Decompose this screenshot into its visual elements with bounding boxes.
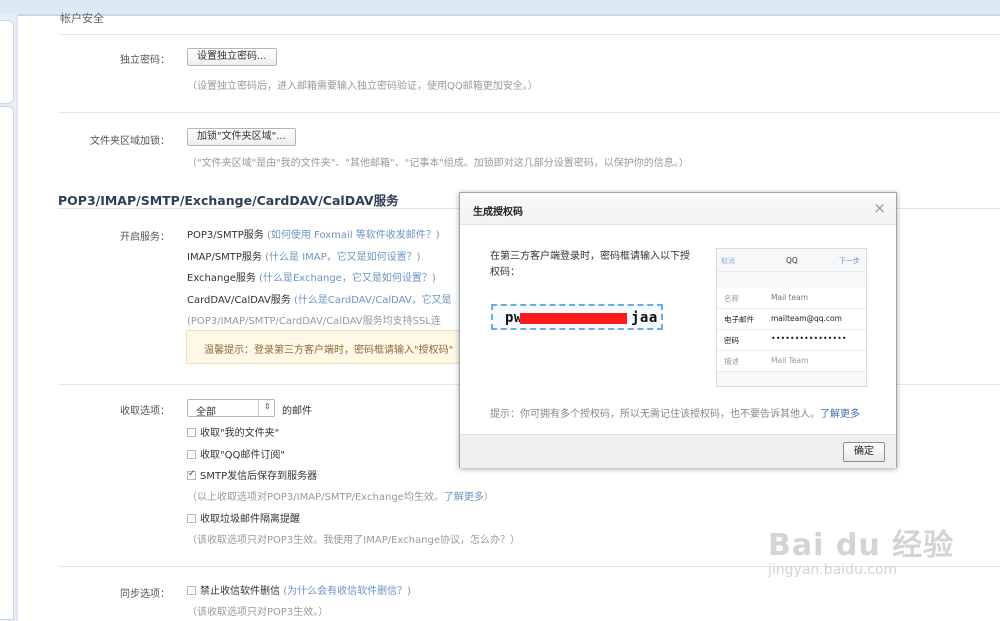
service-help-link[interactable]: (什么是 IMAP，它又是如何设置？) xyxy=(265,252,420,263)
service-name: POP3/SMTP服务 xyxy=(187,230,264,241)
phone-row-key: 密码 xyxy=(724,336,739,345)
close-icon[interactable]: × xyxy=(873,199,886,217)
checkbox-label: SMTP发信后保存到服务器 xyxy=(200,471,318,482)
folder-lock-label: 文件夹区域加锁： xyxy=(90,136,170,147)
left-panel-box xyxy=(0,106,14,620)
phone-row-key: 电子邮件 xyxy=(724,315,754,324)
redaction-mark xyxy=(520,313,627,324)
note-text: ） xyxy=(483,492,494,503)
hint-text: 提示：你可拥有多个授权码，所以无需记住该授权码，也不要告诉其他人。 xyxy=(490,409,820,420)
help-link[interactable]: (为什么会有收信软件删信？) xyxy=(283,586,411,597)
dialog-footer: 确定 xyxy=(460,434,896,468)
checkbox[interactable] xyxy=(187,514,196,523)
dialog-header: 生成授权码 × xyxy=(460,193,896,225)
checkbox-label: 收取垃圾邮件隔离提醒 xyxy=(200,514,300,525)
auth-code-box[interactable]: pw jaa xyxy=(491,304,663,330)
tip-text: 温馨提示：登录第三方客户端时，密码框请输入"授权码" xyxy=(204,345,454,356)
select-suffix: 的邮件 xyxy=(282,406,312,417)
option-spam-alert[interactable]: 收取垃圾邮件隔离提醒 xyxy=(187,510,300,525)
option-qq-subscription[interactable]: 收取"QQ邮件订阅" xyxy=(187,446,285,461)
phone-row-value: Mail team xyxy=(771,293,809,302)
learn-more-link[interactable]: 了解更多 xyxy=(444,492,484,503)
service-help-link[interactable]: (如何使用 Foxmail 等软件收发邮件？) xyxy=(267,230,440,241)
services-section-title: POP3/IMAP/SMTP/Exchange/CardDAV/CalDAV服务 xyxy=(58,193,399,208)
checkbox-label: 收取"我的文件夹" xyxy=(200,428,280,439)
phone-row: 密码 •••••••••••••••• xyxy=(717,330,866,351)
service-row-exchange: Exchange服务 (什么是Exchange，它又是如何设置？) xyxy=(187,269,436,284)
sync-options-label: 同步选项： xyxy=(120,589,170,600)
note-text: （以上收取选项对POP3/IMAP/SMTP/Exchange均生效。 xyxy=(187,492,444,503)
pop3-only-note: （该收取选项只对POP3生效。我使用了IMAP/Exchange协议，怎么办？） xyxy=(187,535,520,546)
phone-row-value: •••••••••••••••• xyxy=(771,334,847,343)
chevron-updown-icon: ⇕ xyxy=(264,402,271,411)
option-smtp-save[interactable]: SMTP发信后保存到服务器 xyxy=(187,467,317,482)
phone-row: 名称 Mail team xyxy=(717,288,866,309)
phone-row-key: 描述 xyxy=(724,357,739,366)
lock-folder-area-button[interactable]: 加锁"文件夹区域"... xyxy=(187,128,296,146)
checkbox[interactable] xyxy=(187,450,196,459)
divider xyxy=(58,112,1000,113)
watermark-brand: Bai du 经验 xyxy=(768,528,955,563)
service-row-pop3: POP3/SMTP服务 (如何使用 Foxmail 等软件收发邮件？) xyxy=(187,226,440,241)
ok-button[interactable]: 确定 xyxy=(843,442,885,462)
receive-options-note: （以上收取选项对POP3/IMAP/SMTP/Exchange均生效。了解更多） xyxy=(187,488,494,503)
service-name: Exchange服务 xyxy=(187,273,256,284)
option-block-delete[interactable]: 禁止收信软件删信 (为什么会有收信软件删信？) xyxy=(187,582,411,597)
phone-row-value: mailteam@qq.com xyxy=(771,314,842,323)
checkbox[interactable] xyxy=(187,428,196,437)
watermark-url: jingyan.baidu.com xyxy=(768,562,898,578)
phone-row: 电子邮件 mailteam@qq.com xyxy=(717,309,866,330)
service-name: IMAP/SMTP服务 xyxy=(187,252,262,263)
phone-title: QQ xyxy=(786,256,798,265)
service-help-link[interactable]: (什么是Exchange，它又是如何设置？) xyxy=(259,273,436,284)
set-independent-password-button[interactable]: 设置独立密码... xyxy=(187,48,277,66)
phone-row: 描述 Mail Team xyxy=(717,351,866,372)
receive-scope-select[interactable]: 全部 ⇕ xyxy=(187,399,275,418)
dialog-instruction: 在第三方客户端登录时，密码框请输入以下授权码： xyxy=(490,251,690,278)
checkbox[interactable] xyxy=(187,586,196,595)
dialog-title: 生成授权码 xyxy=(473,207,523,218)
checkbox-checked[interactable] xyxy=(187,469,196,480)
folder-lock-note: （"文件夹区域"是由"我的文件夹"、"其他邮箱"、"记事本"组成。加锁即对这几部… xyxy=(187,158,689,169)
phone-next: 下一步 xyxy=(839,257,860,265)
phone-row-value: Mail Team xyxy=(771,356,809,365)
divider xyxy=(58,34,1000,35)
service-help-link[interactable]: (什么是CardDAV/CalDAV，它又是 xyxy=(294,295,452,306)
select-value: 全部 xyxy=(196,407,216,418)
auth-code-end: jaa xyxy=(631,310,658,326)
section-heading-partial: 帐户安全 xyxy=(60,12,104,25)
service-row-imap: IMAP/SMTP服务 (什么是 IMAP，它又是如何设置？) xyxy=(187,248,421,263)
phone-nav-bar: 取消 QQ 下一步 xyxy=(717,249,866,272)
learn-more-link[interactable]: 了解更多 xyxy=(820,409,860,420)
select-divider xyxy=(258,400,259,416)
independent-password-note: （设置独立密码后，进入邮箱需要输入独立密码验证，使用QQ邮箱更加安全。） xyxy=(187,81,538,92)
dialog-hint: 提示：你可拥有多个授权码，所以无需记住该授权码，也不要告诉其他人。了解更多 xyxy=(490,405,860,420)
option-my-folders[interactable]: 收取"我的文件夹" xyxy=(187,424,279,439)
checkbox-label: 禁止收信软件删信 xyxy=(200,586,280,597)
sync-note: （该收取选项只对POP3生效。） xyxy=(187,607,329,618)
receive-options-label: 收取选项： xyxy=(120,406,170,417)
phone-row-key: 名称 xyxy=(724,294,739,303)
top-bar xyxy=(0,0,1000,14)
left-panel-box xyxy=(0,20,14,104)
independent-password-label: 独立密码： xyxy=(120,55,170,66)
service-row-carddav: CardDAV/CalDAV服务 (什么是CardDAV/CalDAV，它又是 xyxy=(187,291,452,306)
baidu-watermark: Bai du 经验 jingyan.baidu.com xyxy=(768,520,954,578)
ssl-note: (POP3/IMAP/SMTP/CardDAV/CalDAV服务均支持SSL连 xyxy=(187,316,441,327)
phone-preview: 取消 QQ 下一步 名称 Mail team 电子邮件 mailteam@qq.… xyxy=(716,248,867,387)
tip-box: 温馨提示：登录第三方客户端时，密码框请输入"授权码" xyxy=(186,330,486,364)
enable-services-label: 开启服务： xyxy=(120,232,170,243)
service-name: CardDAV/CalDAV服务 xyxy=(187,295,291,306)
checkbox-label: 收取"QQ邮件订阅" xyxy=(200,450,285,461)
phone-cancel: 取消 xyxy=(721,257,735,265)
auth-code-dialog: 生成授权码 × 在第三方客户端登录时，密码框请输入以下授权码： pw jaa 取… xyxy=(459,192,897,468)
